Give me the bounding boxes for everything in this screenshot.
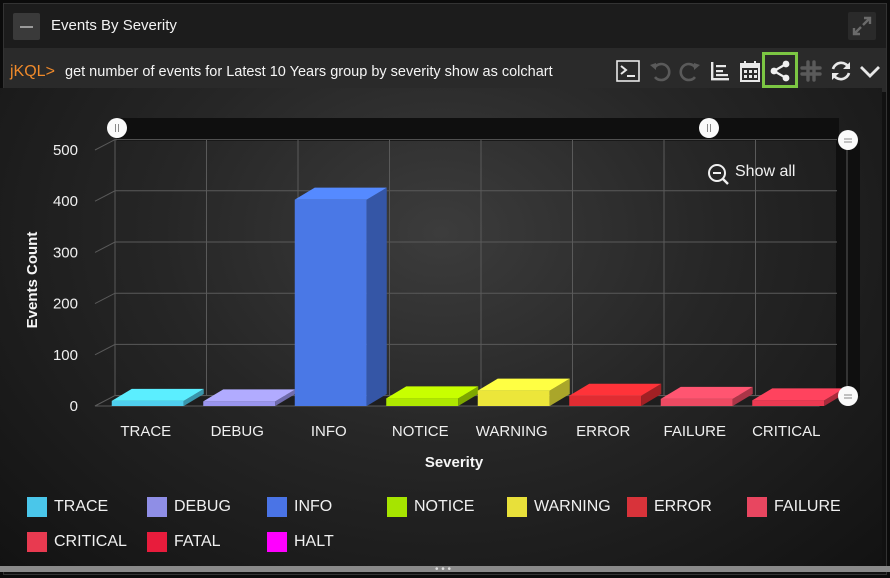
y-tick-label: 300 xyxy=(53,244,78,261)
legend-swatch xyxy=(627,497,647,517)
legend-swatch xyxy=(147,532,167,552)
legend-label: INFO xyxy=(294,498,333,515)
show-all-button[interactable]: Show all xyxy=(735,163,795,181)
legend-label: WARNING xyxy=(534,498,611,515)
legend-swatch xyxy=(147,497,167,517)
x-tick-label: CRITICAL xyxy=(752,423,820,440)
zoom-scrollbar-track[interactable] xyxy=(117,118,839,141)
zoom-handle-right[interactable] xyxy=(699,118,719,138)
x-axis-ticks: TRACE DEBUG INFO NOTICE WARNING ERROR FAILURE C… xyxy=(120,423,820,440)
x-tick-label: ERROR xyxy=(576,423,630,440)
zoom-handle-bottom[interactable] xyxy=(838,386,858,406)
bars xyxy=(111,187,845,406)
legend-swatch xyxy=(267,497,287,517)
x-tick-label: FAILURE xyxy=(663,423,726,440)
legend-swatch xyxy=(27,532,47,552)
y-tick-label: 0 xyxy=(70,398,78,415)
zoom-handle-top[interactable] xyxy=(838,130,858,150)
column-chart: 0 100 200 300 400 500 TRACE DEBUG INFO NOTICE WAR… xyxy=(24,118,860,471)
x-tick-label: TRACE xyxy=(120,423,171,440)
vertical-zoom-track[interactable] xyxy=(836,140,860,396)
legend-label: FATAL xyxy=(174,533,221,550)
bar-warning[interactable] xyxy=(477,378,570,406)
legend-swatch xyxy=(387,497,407,517)
y-axis-ticks: 0 100 200 300 400 500 xyxy=(53,142,78,415)
legend-swatch xyxy=(747,497,767,517)
y-tick-label: 400 xyxy=(53,193,78,210)
legend-label: ERROR xyxy=(654,498,712,515)
legend-swatch xyxy=(27,497,47,517)
legend-label: HALT xyxy=(294,533,334,550)
x-tick-label: INFO xyxy=(311,423,347,440)
resize-grip-icon[interactable]: • • • xyxy=(435,564,451,575)
legend-swatch xyxy=(507,497,527,517)
bar-critical[interactable] xyxy=(752,388,845,406)
legend-label: NOTICE xyxy=(414,498,475,515)
y-tick-label: 100 xyxy=(53,347,78,364)
legend-swatch xyxy=(267,532,287,552)
x-tick-label: NOTICE xyxy=(392,423,449,440)
zoom-handle-left[interactable] xyxy=(107,118,127,138)
y-tick-label: 200 xyxy=(53,296,78,313)
zoom-out-icon[interactable] xyxy=(707,163,729,185)
bar-info[interactable] xyxy=(294,187,387,406)
legend-label: TRACE xyxy=(54,498,109,515)
x-tick-label: DEBUG xyxy=(211,423,264,440)
x-tick-label: WARNING xyxy=(476,423,548,440)
legend-label: FAILURE xyxy=(774,498,841,515)
y-axis-label: Events Count xyxy=(24,232,41,329)
legend-label: CRITICAL xyxy=(54,533,127,550)
y-tick-label: 500 xyxy=(53,142,78,159)
legend-label: DEBUG xyxy=(174,498,231,515)
x-axis-label: Severity xyxy=(425,454,484,471)
